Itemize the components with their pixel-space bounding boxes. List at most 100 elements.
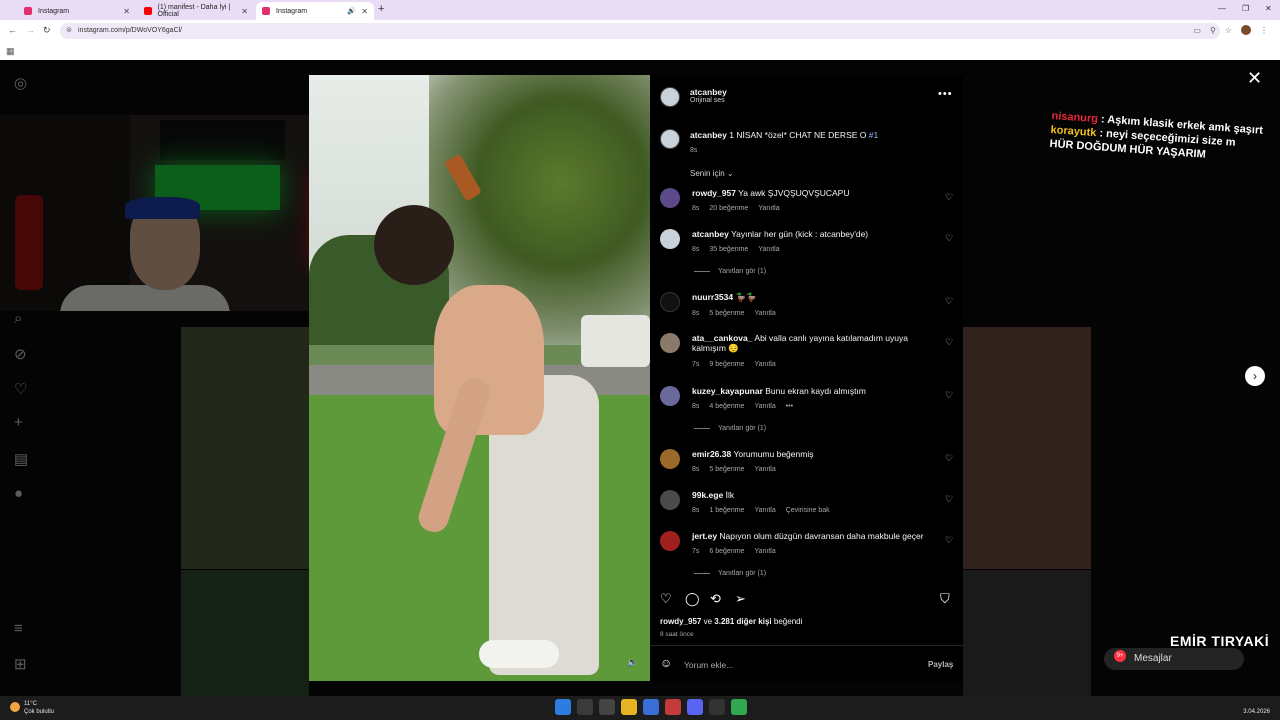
chrome-icon[interactable] [731,699,747,715]
discord-icon[interactable] [687,699,703,715]
share-send-icon[interactable]: ➢ [735,591,746,607]
like-comment-heart-icon[interactable]: ♡ [945,337,953,348]
comment-username[interactable]: atcanbey [692,229,729,239]
like-comment-heart-icon[interactable]: ♡ [945,494,953,505]
commenter-avatar[interactable] [660,292,680,312]
like-comment-heart-icon[interactable]: ♡ [945,535,953,546]
comment-username[interactable]: 99k.ege [692,490,723,500]
apps-grid-icon[interactable]: ▦ [6,46,15,57]
comment-username[interactable]: rowdy_957 [692,188,736,198]
comment-input[interactable] [684,658,904,672]
like-comment-heart-icon[interactable]: ♡ [945,390,953,401]
comment-likes[interactable]: 4 beğenme [709,403,744,410]
commenter-avatar[interactable] [660,386,680,406]
commenter-avatar[interactable] [660,229,680,249]
likes-summary[interactable]: rowdy_957 ve 3.281 diğer kişi beğendi [660,617,802,626]
minimize-icon[interactable]: — [1218,4,1226,13]
commenter-avatar[interactable] [660,188,680,208]
close-modal-icon[interactable]: ✕ [1247,68,1262,89]
app-icon[interactable] [709,699,725,715]
comment-sort-dropdown[interactable]: Senin için ⌄ [690,169,734,178]
comment-likes[interactable]: 5 beğenme [709,466,744,473]
next-post-button[interactable]: › [1245,366,1265,386]
comment-likes[interactable]: 6 beğenme [709,548,744,555]
weather-widget[interactable]: 11°C Çok bulutlu [10,700,54,716]
install-app-icon[interactable]: ▭ [1193,26,1201,35]
maximize-icon[interactable]: ❐ [1242,4,1249,13]
author-avatar[interactable] [660,87,680,107]
reply-button[interactable]: Yanıtla [754,403,775,410]
emoji-icon[interactable]: ☺ [660,656,672,670]
audio-label[interactable]: Orijinal ses [690,97,727,104]
search-icon[interactable] [577,699,593,715]
more-options-icon[interactable]: ••• [938,88,953,100]
comment-username[interactable]: kuzey_kayapunar [692,386,763,396]
like-comment-heart-icon[interactable]: ♡ [945,453,953,464]
comment-username[interactable]: jert.ey [692,531,717,541]
tab-youtube[interactable]: (1) manifest - Daha İyi | Official ✕ [138,2,254,20]
comment-likes[interactable]: 20 beğenme [709,205,748,212]
comment-likes[interactable]: 9 beğenme [709,361,744,368]
zoom-icon[interactable]: ⚲ [1210,26,1216,35]
commenter-avatar[interactable] [660,490,680,510]
reload-icon[interactable]: ↻ [43,25,51,36]
start-icon[interactable] [555,699,571,715]
reply-button[interactable]: Yanıtla [754,310,775,317]
caption-avatar[interactable] [660,129,680,149]
close-window-icon[interactable]: ✕ [1265,4,1272,13]
view-replies-button[interactable]: Yanıtları gör (1) [694,425,766,432]
reply-button[interactable]: Yanıtla [754,466,775,473]
speaker-icon[interactable]: 🔊 [347,7,356,15]
commenter-avatar[interactable] [660,333,680,353]
app-icon[interactable] [643,699,659,715]
reply-button[interactable]: Yanıtla [754,548,775,555]
reply-button[interactable]: Yanıtla [754,361,775,368]
like-comment-heart-icon[interactable]: ♡ [945,192,953,203]
audio-toggle-icon[interactable]: 🔈 [627,657,638,668]
likes-count[interactable]: 3.281 diğer kişi [714,617,771,626]
comment-username[interactable]: nuurr3534 [692,292,733,302]
view-replies-button[interactable]: Yanıtları gör (1) [694,268,766,275]
view-replies-button[interactable]: Yanıtları gör (1) [694,570,766,577]
close-tab-icon[interactable]: ✕ [123,7,130,16]
commenter-avatar[interactable] [660,449,680,469]
comment-options-icon[interactable]: ••• [786,403,793,410]
task-view-icon[interactable] [599,699,615,715]
close-tab-icon[interactable]: ✕ [241,7,248,16]
caption-hashtag[interactable]: #1 [869,130,878,140]
likes-username[interactable]: rowdy_957 [660,617,701,626]
file-explorer-icon[interactable] [621,699,637,715]
comment-username[interactable]: ata__cankova_ [692,333,753,343]
like-heart-icon[interactable]: ♡ [660,591,672,607]
profile-avatar[interactable] [1241,25,1251,35]
new-tab-button[interactable]: + [378,3,384,15]
comment-likes[interactable]: 5 beğenme [709,310,744,317]
bookmark-star-icon[interactable]: ☆ [1225,26,1232,35]
like-comment-heart-icon[interactable]: ♡ [945,296,953,307]
url-field[interactable]: ⊜ instagram.com/p/DWoVOY6gaCl/ [60,23,1220,39]
close-tab-icon[interactable]: ✕ [361,7,368,16]
reply-button[interactable]: Yanıtla [754,507,775,514]
menu-kebab-icon[interactable]: ⋮ [1260,26,1268,35]
site-info-icon[interactable]: ⊜ [66,23,72,39]
caption-username[interactable]: atcanbey [690,130,727,140]
system-clock[interactable]: 3.04.2026 [1243,700,1270,716]
app-icon[interactable] [665,699,681,715]
comment-likes[interactable]: 1 beğenme [709,507,744,514]
forward-icon[interactable]: → [26,25,35,35]
comment-username[interactable]: emir26.38 [692,449,731,459]
comment-bubble-icon[interactable]: ◯ [685,591,700,607]
reply-button[interactable]: Yanıtla [758,246,779,253]
like-comment-heart-icon[interactable]: ♡ [945,233,953,244]
back-icon[interactable]: ← [8,25,17,35]
comment-likes[interactable]: 35 beğenme [709,246,748,253]
see-translation-button[interactable]: Çevirisine bak [786,507,830,514]
commenter-avatar[interactable] [660,531,680,551]
save-bookmark-icon[interactable]: ⛉ [940,591,950,607]
repost-icon[interactable]: ⟲ [710,591,721,607]
author-username[interactable]: atcanbey [690,87,727,97]
post-comment-button[interactable]: Paylaş [928,660,953,669]
reel-video[interactable]: 🔈 [309,75,650,681]
reply-button[interactable]: Yanıtla [758,205,779,212]
messages-button[interactable]: 9+ Mesajlar [1104,648,1244,670]
